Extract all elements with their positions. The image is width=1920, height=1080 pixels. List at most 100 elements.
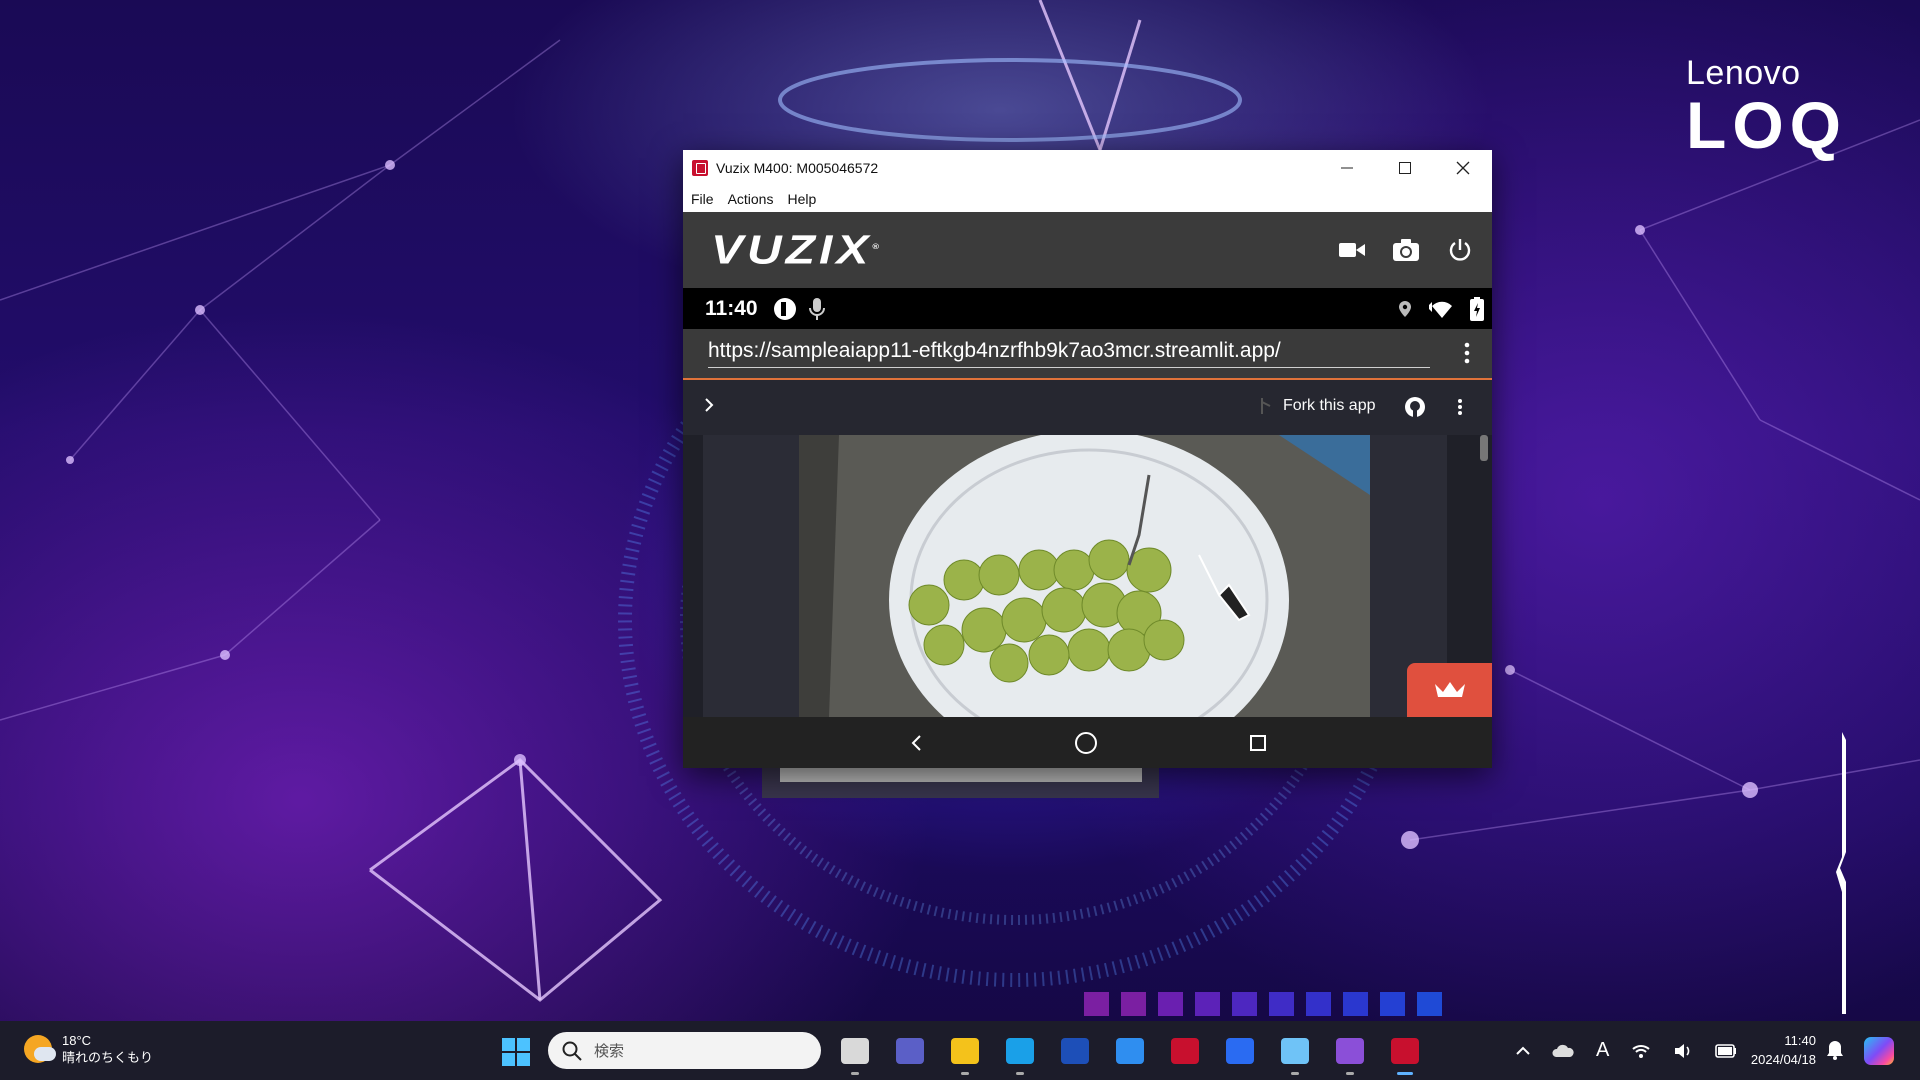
record-video-button[interactable] (1336, 234, 1368, 266)
teams-icon (896, 1038, 924, 1064)
volume-icon[interactable] (1673, 1043, 1693, 1059)
task-view-icon (841, 1038, 869, 1064)
start-button[interactable] (502, 1038, 530, 1066)
taskbar-app-lenovo-l[interactable] (1056, 1033, 1094, 1069)
notepad-icon (1281, 1038, 1309, 1064)
battery-icon[interactable] (1715, 1043, 1737, 1058)
taskbar-app-app-a[interactable] (1111, 1033, 1149, 1069)
running-indicator (1397, 1072, 1413, 1075)
github-icon[interactable] (1404, 396, 1426, 418)
device-status-bar: 11:40 (683, 288, 1492, 329)
taskbar-clock[interactable]: 11:40 2024/04/18 (1736, 1031, 1816, 1069)
streamlit-cloud-button[interactable] (1407, 663, 1492, 717)
ime-indicator[interactable]: A (1596, 1039, 1609, 1062)
streamlit-header: Fork this app (683, 380, 1492, 435)
camera-image-grapes (799, 435, 1370, 717)
mcafee-icon (1171, 1038, 1199, 1064)
wifi-icon (1429, 301, 1452, 318)
taskbar-search[interactable]: 検索 (548, 1032, 821, 1069)
fork-app-label: Fork this app (1283, 397, 1376, 414)
notification-bell-icon[interactable] (1826, 1040, 1844, 1060)
menu-actions[interactable]: Actions (728, 191, 774, 207)
vuzix-logo-reg: ® (872, 241, 883, 251)
app-a-icon (1116, 1038, 1144, 1064)
window-title: Vuzix M400: M005046572 (716, 160, 879, 176)
close-icon (1456, 161, 1470, 175)
microphone-icon (808, 297, 825, 320)
logo-sub-brand: LOQ (1686, 88, 1847, 162)
battery-charging-icon (1470, 297, 1484, 321)
color-square (1306, 992, 1331, 1016)
taskbar-app-mcafee[interactable] (1166, 1033, 1204, 1069)
location-icon (1399, 301, 1411, 317)
recents-icon[interactable] (1249, 734, 1267, 752)
vuzix-view-window: Vuzix M400: M005046572 File Actions Help… (683, 150, 1492, 768)
home-icon[interactable] (1074, 731, 1098, 755)
minimize-button[interactable] (1318, 150, 1376, 186)
taskbar-app-teams[interactable] (891, 1033, 929, 1069)
clock-time: 11:40 (1784, 1033, 1816, 1048)
taskbar-app-edge[interactable] (1001, 1033, 1039, 1075)
wifi-icon[interactable] (1631, 1043, 1651, 1059)
fork-icon (1261, 398, 1271, 414)
taskbar-app-task-view[interactable] (836, 1033, 874, 1075)
back-icon[interactable] (909, 734, 923, 752)
vuzix-logo: VUZIX® (711, 227, 883, 274)
lenovo-l-icon (1061, 1038, 1089, 1064)
vuzix-logo-text: VUZIX (711, 227, 873, 273)
taskbar-app-visual-studio[interactable] (1331, 1033, 1369, 1075)
vuzix-app-icon (692, 160, 708, 176)
close-button[interactable] (1434, 150, 1492, 186)
color-square (1232, 992, 1257, 1016)
fork-app-button[interactable]: Fork this app (1259, 397, 1375, 415)
visual-studio-icon (1336, 1038, 1364, 1064)
streamlit-content (683, 435, 1492, 717)
weather-temp: 18°C (62, 1033, 92, 1048)
chevron-up-icon[interactable] (1516, 1046, 1530, 1056)
camera-icon (1393, 239, 1419, 261)
running-indicator (1016, 1072, 1024, 1075)
browser-menu-icon[interactable] (1464, 342, 1470, 364)
color-square (1158, 992, 1183, 1016)
maximize-button[interactable] (1376, 150, 1434, 186)
color-square (1417, 992, 1442, 1016)
url-field[interactable]: https://sampleaiapp11-eftkgb4nzrfhb9k7ao… (708, 339, 1430, 368)
search-placeholder: 検索 (594, 1043, 625, 1060)
taskbar-app-power-automate[interactable] (1221, 1033, 1259, 1069)
onedrive-icon[interactable] (1552, 1044, 1574, 1058)
sidebar-expand-icon[interactable] (703, 397, 715, 413)
window-titlebar[interactable]: Vuzix M400: M005046572 (683, 150, 1492, 186)
browser-url-bar: https://sampleaiapp11-eftkgb4nzrfhb9k7ao… (683, 329, 1492, 380)
video-camera-icon (1339, 243, 1365, 257)
taskbar-app-notepad[interactable] (1276, 1033, 1314, 1075)
window-menubar: File Actions Help (683, 186, 1492, 212)
running-indicator (1291, 1072, 1299, 1075)
power-button[interactable] (1444, 234, 1476, 266)
logo-brand: Lenovo (1686, 54, 1801, 92)
device-clock: 11:40 (705, 296, 758, 320)
app-status-icon (773, 297, 796, 320)
taskbar-app-vuzix-view[interactable] (1386, 1033, 1424, 1075)
weather-widget[interactable]: 18°C 晴れのちくもり (24, 1032, 153, 1066)
color-square (1084, 992, 1109, 1016)
file-explorer-icon (951, 1038, 979, 1064)
color-square (1269, 992, 1294, 1016)
menu-help[interactable]: Help (787, 191, 816, 207)
windows-taskbar: 18°C 晴れのちくもり 検索 A 11:40 2024/04/18 (0, 1021, 1920, 1080)
content-scrollbar[interactable] (1480, 435, 1488, 461)
background-window-fragment (762, 768, 1159, 798)
streamlit-menu-icon[interactable] (1457, 398, 1463, 416)
taskbar-app-file-explorer[interactable] (946, 1033, 984, 1075)
minimize-icon (1341, 167, 1353, 169)
edge-icon (1006, 1038, 1034, 1064)
crown-icon (1434, 682, 1465, 697)
take-photo-button[interactable] (1390, 234, 1422, 266)
copilot-icon[interactable] (1864, 1037, 1894, 1065)
lenovo-loq-logo: Lenovo LOQ (1686, 54, 1847, 158)
running-indicator (961, 1072, 969, 1075)
taskbar-apps (836, 1033, 1424, 1075)
vuzix-view-icon (1391, 1038, 1419, 1064)
color-square (1343, 992, 1368, 1016)
clock-date: 2024/04/18 (1750, 1052, 1816, 1067)
menu-file[interactable]: File (691, 191, 714, 207)
